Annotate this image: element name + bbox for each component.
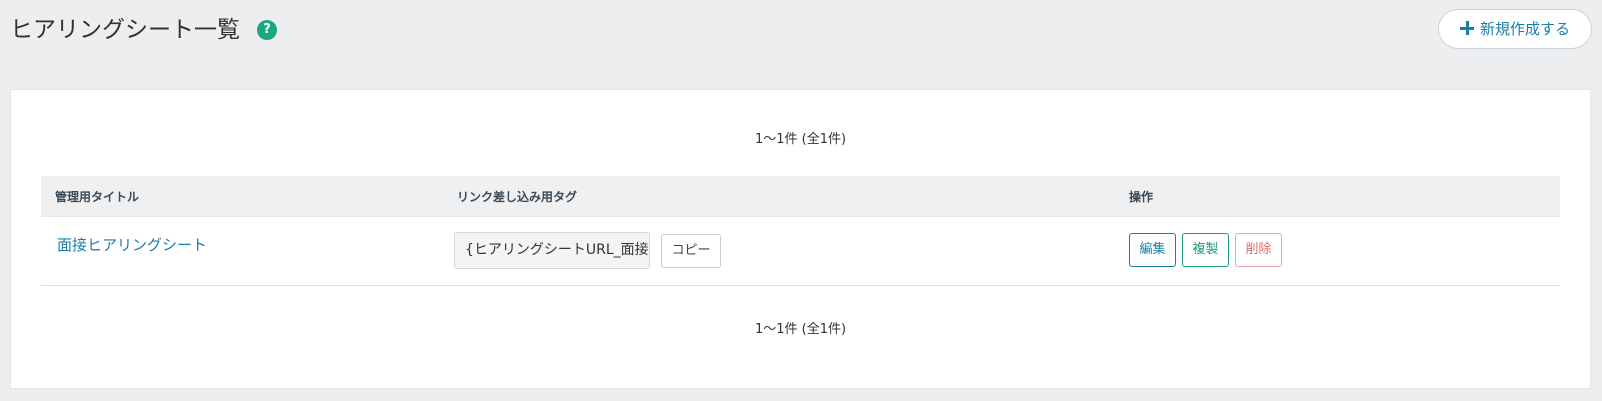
page-header: ヒアリングシート一覧 ? 新規作成する [0,0,1602,90]
pager-count-bottom: 1〜1件 (全1件) [754,322,847,337]
table-row: 面接ヒアリングシート {ヒアリングシートURL_面接ヒアリングシート} コピー … [41,216,1560,286]
list-card: 1〜1件 (全1件) 管理用タイトル リンク差し込み用タグ 操作 面接ヒアリング… [10,89,1591,389]
sheet-title-link[interactable]: 面接ヒアリングシート [57,234,207,255]
column-header-tag: リンク差し込み用タグ [457,190,578,204]
delete-button[interactable]: 削除 [1235,233,1282,267]
duplicate-button[interactable]: 複製 [1182,233,1229,267]
page-title: ヒアリングシート一覧 [10,17,240,43]
copy-button[interactable]: コピー [661,234,721,268]
link-tag-field[interactable]: {ヒアリングシートURL_面接ヒアリングシート} [454,232,650,269]
hearing-sheet-table: 管理用タイトル リンク差し込み用タグ 操作 面接ヒアリングシート {ヒアリングシ… [41,176,1560,286]
column-header-title: 管理用タイトル [55,190,140,204]
create-new-button[interactable]: 新規作成する [1438,9,1592,49]
column-header-actions: 操作 [1129,190,1154,204]
table-header: 管理用タイトル リンク差し込み用タグ 操作 [41,176,1560,216]
create-new-label: 新規作成する [1479,20,1570,38]
pager-count-top: 1〜1件 (全1件) [754,132,847,147]
help-icon[interactable]: ? [257,20,277,40]
plus-icon [1459,21,1474,35]
edit-button[interactable]: 編集 [1129,233,1176,267]
